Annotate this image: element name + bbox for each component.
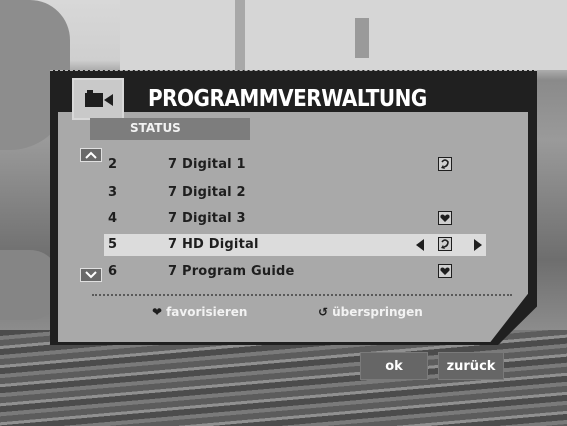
channel-number: 2 [108,157,118,172]
legend-favorite-label: favorisieren [166,305,248,319]
camera-icon [72,78,124,120]
background-post [235,0,245,70]
channel-row[interactable]: 4 7 Digital 3 [104,208,486,230]
back-button[interactable]: zurück [438,352,504,380]
divider [92,294,512,296]
tab-status-label: STATUS [130,121,181,135]
legend-skip: ↺ überspringen [318,305,423,319]
skip-icon [438,237,452,251]
tv-screen: PROGRAMMVERWALTUNG STATUS 2 7 Digital 1 … [0,0,567,426]
channel-row[interactable]: 2 7 Digital 1 [104,154,486,176]
heart-icon: ❤ [152,305,163,319]
channel-number: 5 [108,237,118,252]
channel-number: 4 [108,211,118,226]
legend-favorite: ❤ favorisieren [152,305,247,319]
page-title: PROGRAMMVERWALTUNG [148,84,427,112]
channel-name: 7 Digital 2 [168,185,246,200]
channel-number: 6 [108,264,118,279]
osd-border [50,70,537,71]
legend-skip-label: überspringen [332,305,423,319]
background-fixture [355,18,369,58]
channel-row-selected[interactable]: 5 7 HD Digital [104,234,486,256]
arrow-left-icon[interactable] [416,239,424,251]
channel-row[interactable]: 3 7 Digital 2 [104,182,486,204]
skip-icon: ↺ [318,305,329,319]
scroll-up-button[interactable] [80,148,102,162]
favorite-icon [438,264,452,278]
channel-name: 7 Program Guide [168,264,295,279]
ok-button[interactable]: ok [360,352,428,380]
channel-name: 7 HD Digital [168,237,259,252]
skip-icon [438,157,452,171]
channel-name: 7 Digital 1 [168,157,246,172]
scroll-down-button[interactable] [80,268,102,282]
channel-number: 3 [108,185,118,200]
arrow-right-icon[interactable] [474,239,482,251]
favorite-icon [438,211,452,225]
background-wall [120,0,567,70]
channel-row[interactable]: 6 7 Program Guide [104,261,486,283]
channel-name: 7 Digital 3 [168,211,246,226]
